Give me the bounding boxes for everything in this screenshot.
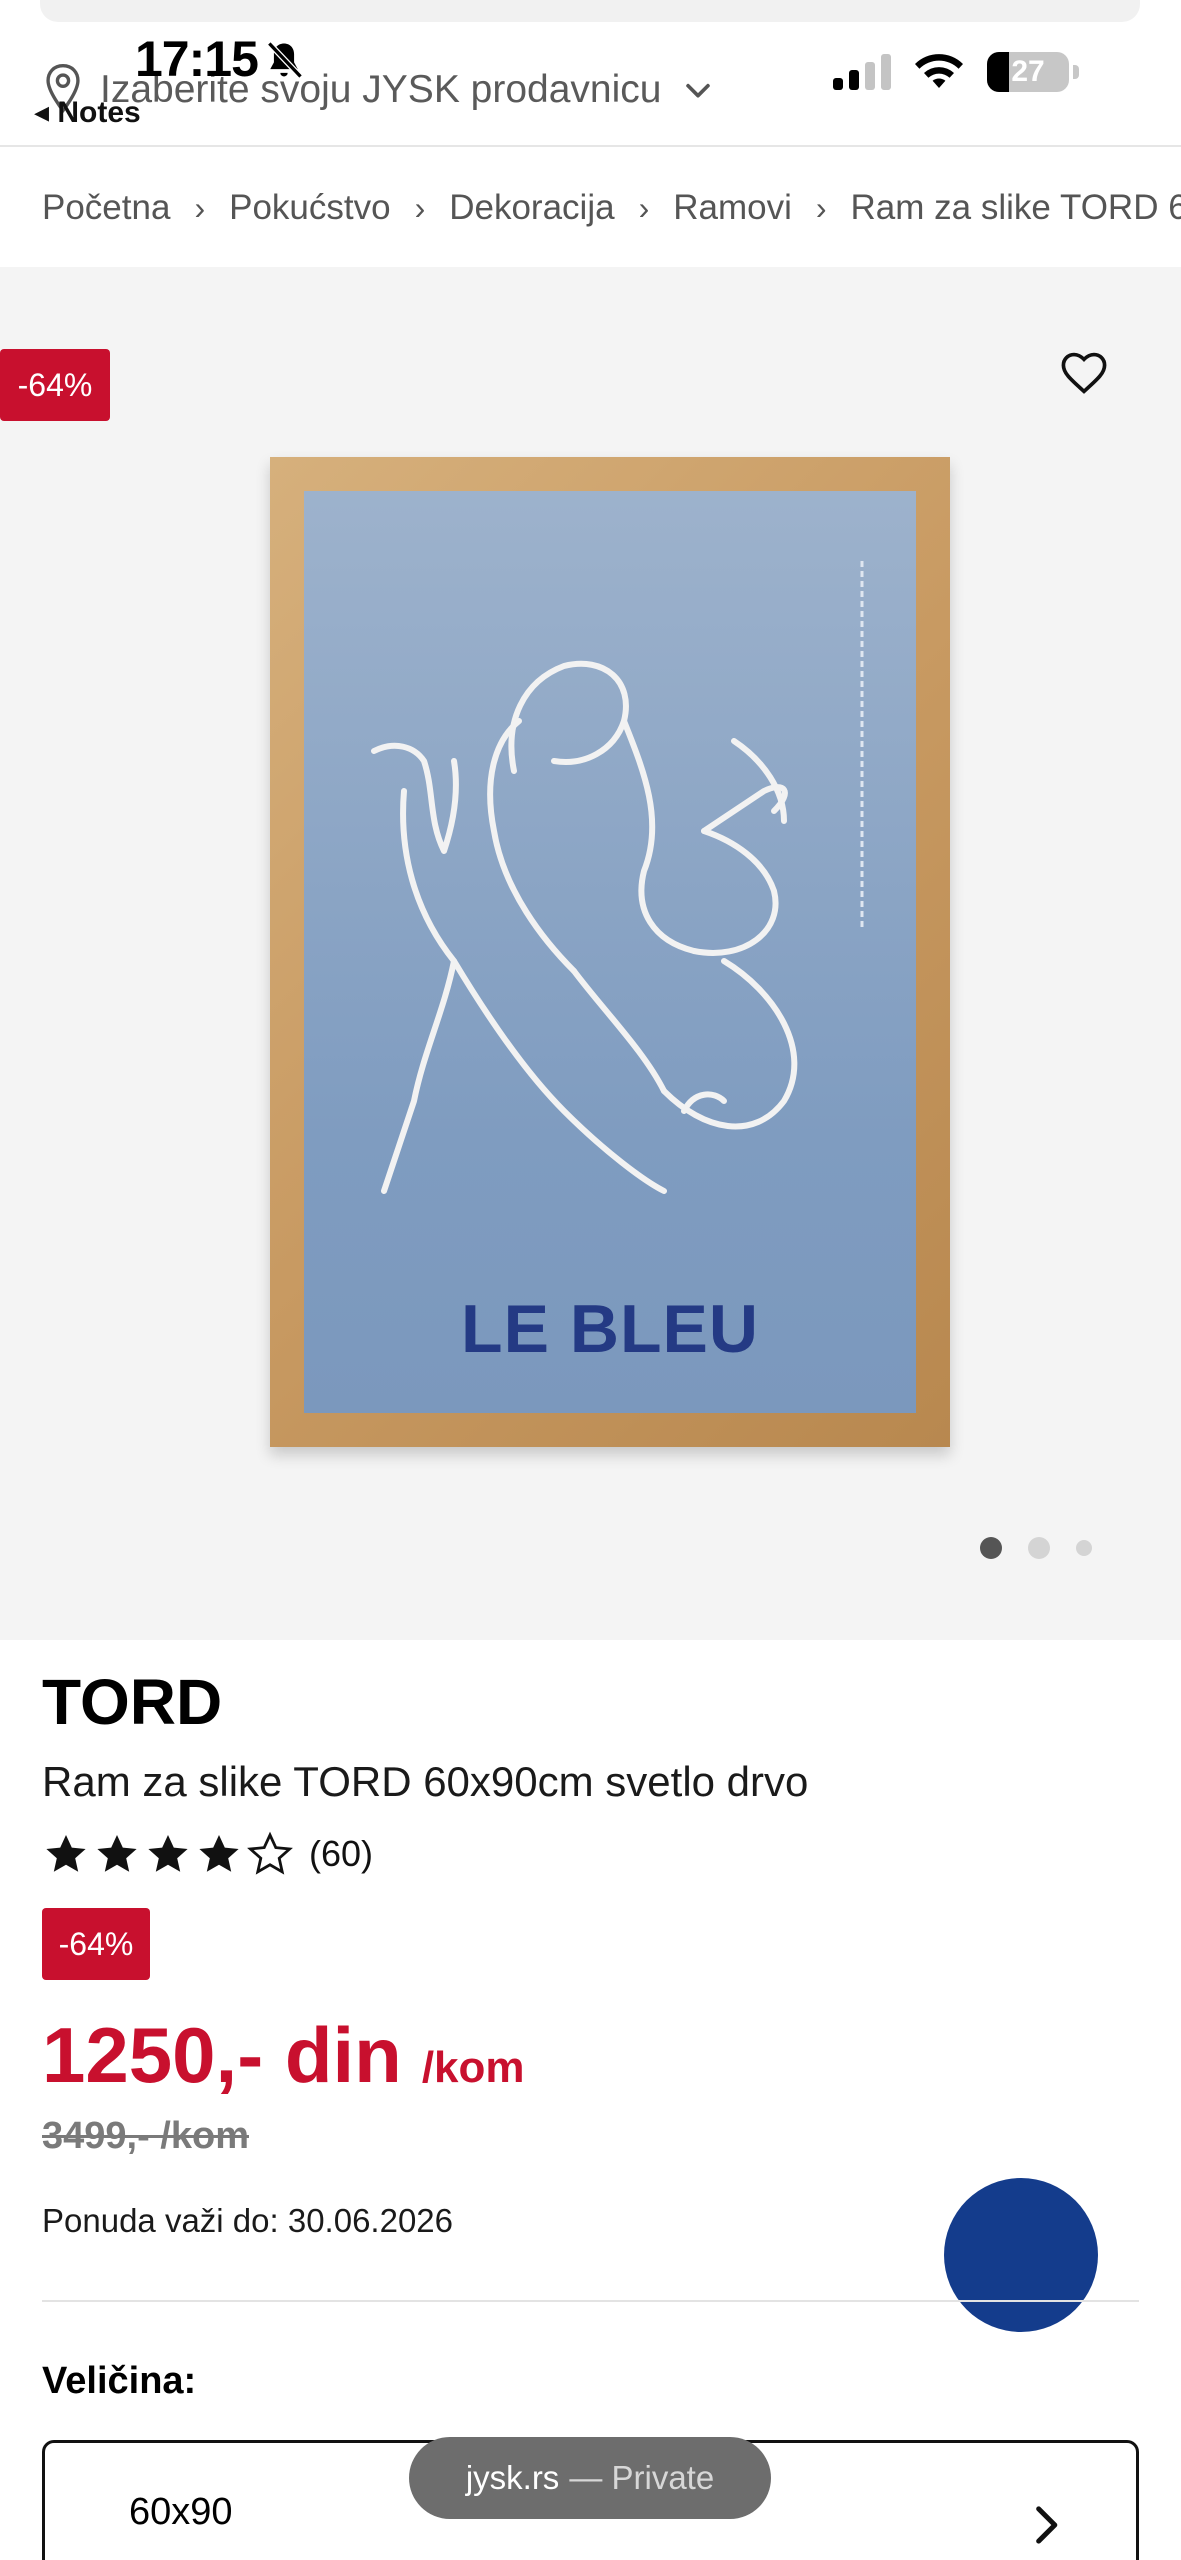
rating-count: (60): [309, 1833, 374, 1874]
status-time: 17:15: [135, 31, 259, 87]
chat-button[interactable]: [944, 2178, 1098, 2332]
battery-level: 27: [1011, 55, 1045, 88]
header-divider: [0, 145, 1181, 147]
gallery-dot-1[interactable]: [980, 1537, 1002, 1559]
offer-validity: Ponuda važi do: 30.06.2026: [42, 2202, 454, 2239]
browser-domain: jysk.rs: [465, 2459, 560, 2496]
breadcrumb-item-pocetna[interactable]: Početna: [42, 188, 170, 228]
price-value: 1250,- din: [42, 2011, 402, 2099]
star-filled-icon: [199, 1835, 239, 1872]
product-brand: TORD: [42, 1666, 223, 1738]
heart-icon[interactable]: [1058, 347, 1110, 399]
breadcrumb-item-current: Ram za slike TORD 6: [850, 188, 1181, 227]
battery-indicator: 27: [987, 52, 1069, 92]
product-image-gallery[interactable]: -64% LE BLEU: [0, 267, 1181, 1640]
bell-muted-icon: [267, 41, 303, 79]
product-title: Ram za slike TORD 60x90cm svetlo drvo: [42, 1758, 809, 1805]
breadcrumb-item-ramovi[interactable]: Ramovi: [673, 188, 792, 228]
info-divider: [42, 2300, 1139, 2302]
chevron-right-icon: [1036, 2506, 1058, 2544]
top-browser-strip: [40, 0, 1140, 22]
browser-private-mode: — Private: [569, 2459, 715, 2496]
size-value: 60x90: [129, 2491, 233, 2533]
back-to-notes-link[interactable]: ◂ Notes: [34, 95, 141, 130]
old-price: 3499,- /kom: [42, 2115, 249, 2157]
price-unit: /kom: [421, 2043, 525, 2092]
star-filled-icon: [46, 1835, 86, 1872]
product-photo-poster: LE BLEU: [304, 491, 916, 1413]
price-discount-badge: -64%: [42, 1908, 150, 1980]
cellular-signal-icon: [833, 54, 891, 90]
poster-title: LE BLEU: [461, 1291, 759, 1367]
wifi-icon: [915, 54, 963, 88]
product-rating[interactable]: (60): [42, 1830, 373, 1878]
breadcrumb-item-pokucstvo[interactable]: Pokućstvo: [229, 188, 390, 228]
line-drawing-figure: [371, 561, 864, 1194]
product-photo-frame: LE BLEU: [270, 457, 950, 1447]
gallery-pagination: [980, 1537, 1092, 1559]
status-icons: 27: [831, 52, 1079, 92]
current-price: 1250,- din /kom: [42, 2010, 525, 2101]
browser-address-pill[interactable]: jysk.rs — Private: [409, 2437, 771, 2519]
chevron-right-icon: ›: [638, 189, 650, 226]
chevron-right-icon: ›: [194, 189, 206, 226]
chevron-down-icon: [686, 83, 711, 98]
breadcrumb-item-dekoracija[interactable]: Dekoracija: [449, 188, 614, 228]
chevron-right-icon: ›: [815, 189, 827, 226]
breadcrumb: Početna › Pokućstvo › Dekoracija › Ramov…: [42, 180, 1181, 236]
gallery-dot-3[interactable]: [1076, 1540, 1092, 1556]
discount-badge: -64%: [0, 349, 110, 421]
star-filled-icon: [97, 1835, 137, 1872]
star-filled-icon: [148, 1835, 188, 1872]
star-empty-icon: [247, 1831, 293, 1875]
chevron-right-icon: ›: [414, 189, 426, 226]
size-label: Veličina:: [42, 2360, 197, 2402]
gallery-dot-2[interactable]: [1028, 1537, 1050, 1559]
battery-tip: [1073, 65, 1079, 79]
